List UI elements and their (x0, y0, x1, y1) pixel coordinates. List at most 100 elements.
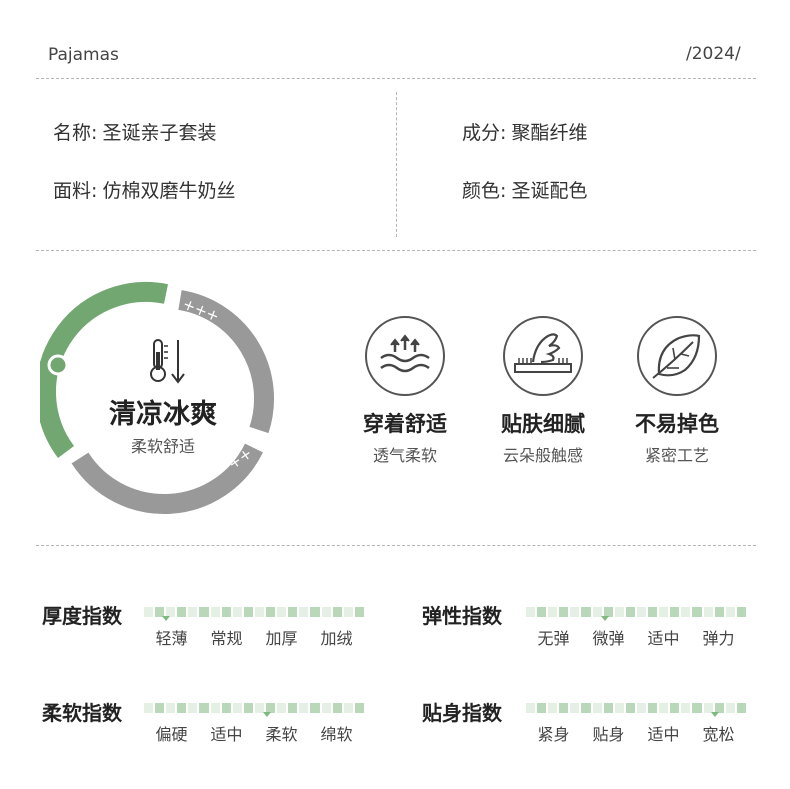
index-scale: 无弹 微弹 适中 弹力 (526, 607, 746, 649)
index-bar-segment (354, 607, 364, 617)
index-bar-segment (614, 703, 624, 713)
index-options: 无弹 微弹 适中 弹力 (526, 625, 746, 649)
index-option: 偏硬 (155, 725, 188, 744)
feature-item: 贴肤细腻 云朵般触感 (473, 316, 613, 466)
index-bar-segment (592, 703, 602, 713)
index-bar-segment (725, 607, 735, 617)
index-option: 适中 (647, 725, 680, 744)
index-options: 偏硬 适中 柔软 绵软 (144, 721, 364, 745)
ring-title: 清凉冰爽 (109, 399, 217, 430)
index-row: 贴身指数 (422, 697, 502, 726)
index-bar-segment (254, 607, 265, 617)
cooling-ring-graphic: +++ ++ 清凉冰爽 柔软舒适 (40, 282, 275, 514)
index-option: 常规 (210, 629, 243, 648)
index-bar-segment (188, 703, 198, 713)
index-bar-segment (681, 703, 691, 713)
index-bar-segment (736, 607, 746, 617)
feature-item: 穿着舒适 透气柔软 (335, 316, 475, 466)
vertical-divider (396, 92, 397, 237)
index-option: 加厚 (265, 629, 298, 648)
index-bar-segment (232, 703, 242, 713)
index-bar-segment (636, 607, 647, 617)
index-bar-segment (625, 607, 635, 617)
index-bar-segment (703, 607, 713, 617)
index-bar (144, 607, 364, 617)
index-bar-segment (243, 703, 253, 713)
index-bar-segment (570, 703, 580, 713)
info-color: 颜色: 圣诞配色 (462, 176, 588, 203)
composition-label: 成分: (462, 122, 507, 144)
index-option: 轻薄 (155, 629, 188, 648)
index-bar-segment (232, 607, 242, 617)
index-option: 加绒 (320, 629, 353, 648)
index-scale: 偏硬 适中 柔软 绵软 (144, 703, 364, 745)
index-scale: 轻薄 常规 加厚 加绒 (144, 607, 364, 649)
index-option: 绵软 (320, 725, 353, 744)
index-bar (144, 703, 364, 713)
index-marker (263, 712, 272, 717)
index-bar-segment (570, 607, 580, 617)
divider (36, 250, 756, 251)
fabric-label: 面料: (53, 180, 98, 202)
index-bar-segment (332, 703, 342, 713)
index-option: 适中 (647, 629, 680, 648)
index-bar-segment (548, 703, 558, 713)
index-bar-segment (648, 607, 658, 617)
index-marker (601, 616, 610, 621)
index-option: 弹力 (702, 629, 735, 648)
index-bar-segment (210, 607, 220, 617)
index-options: 紧身 贴身 适中 宽松 (526, 721, 746, 745)
index-bar-segment (559, 703, 569, 713)
feature-title: 不易掉色 (635, 412, 719, 436)
index-label: 弹性指数 (422, 604, 502, 628)
index-bar-segment (681, 607, 691, 617)
index-bar-segment (343, 703, 353, 713)
index-marker (711, 712, 720, 717)
feature-subtitle: 云朵般触感 (502, 446, 583, 465)
index-bar-segment (243, 607, 253, 617)
color-label: 颜色: (462, 180, 507, 202)
index-bar-segment (321, 703, 331, 713)
index-bar-segment (199, 703, 209, 713)
info-name: 名称: 圣诞亲子套装 (53, 118, 217, 145)
arrow-down-icon (171, 340, 185, 384)
index-bar-segment (714, 607, 724, 617)
index-option: 贴身 (592, 725, 625, 744)
index-option: 适中 (210, 725, 243, 744)
index-bar-segment (526, 703, 536, 713)
thermometer-icon (150, 339, 168, 382)
index-bar-segment (581, 703, 591, 713)
index-bar-segment (221, 703, 231, 713)
index-option: 柔软 (265, 725, 298, 744)
ring-subtitle: 柔软舒适 (131, 437, 195, 456)
index-bar-segment (144, 607, 154, 617)
index-bar-segment (166, 703, 176, 713)
index-label: 厚度指数 (42, 604, 122, 628)
feature-icon-circle (503, 316, 583, 396)
index-bar-segment (288, 607, 298, 617)
leaf-icon (652, 334, 701, 379)
ring-dot (47, 354, 69, 376)
index-bar-segment (625, 703, 635, 713)
index-bar-segment (354, 703, 364, 713)
year-label: /2024/ (686, 44, 741, 64)
index-bar-segment (288, 703, 298, 713)
index-marker (162, 616, 170, 621)
index-bar-segment (266, 607, 276, 617)
index-bar-segment (299, 703, 309, 713)
info-composition: 成分: 聚酯纤维 (462, 118, 588, 145)
index-bar-segment (277, 607, 287, 617)
index-row: 弹性指数 (422, 600, 502, 629)
info-fabric: 面料: 仿棉双磨牛奶丝 (53, 176, 236, 203)
feature-icon-circle (365, 316, 445, 396)
color-value: 圣诞配色 (511, 180, 588, 202)
feature-item: 不易掉色 紧密工艺 (607, 316, 747, 466)
feature-icon-circle (637, 316, 717, 396)
index-option: 宽松 (702, 725, 735, 744)
index-option: 无弹 (537, 629, 570, 648)
divider (36, 545, 756, 546)
index-bar-segment (188, 607, 198, 617)
wave-breathable-icon (380, 334, 430, 373)
index-options: 轻薄 常规 加厚 加绒 (144, 625, 364, 649)
index-bar-segment (177, 607, 187, 617)
